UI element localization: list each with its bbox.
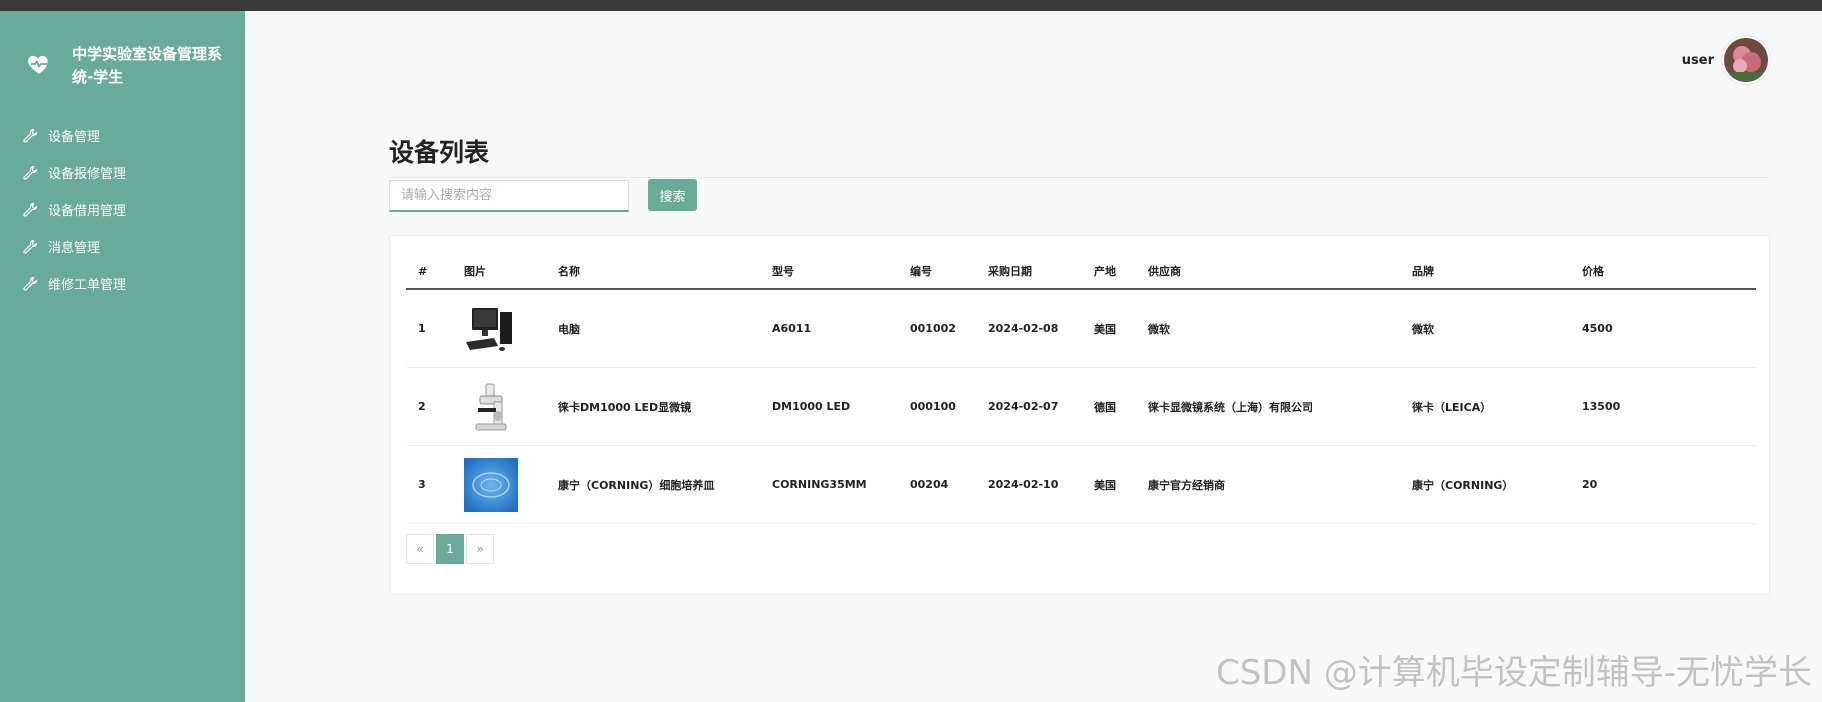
cell-code: 000100 [898, 367, 976, 446]
column-header-index: # [406, 254, 452, 290]
pagination: « 1 » [406, 534, 496, 564]
cell-date: 2024-02-07 [976, 367, 1082, 446]
sidebar-item-label: 设备管理 [48, 130, 101, 145]
cell-name: 电脑 [546, 289, 760, 368]
wrench-icon [23, 276, 38, 291]
sidebar-item-label: 消息管理 [48, 241, 101, 256]
cell-supplier: 徕卡显微镜系统（上海）有限公司 [1136, 367, 1400, 446]
title-divider [389, 177, 1769, 178]
pagination-prev-button[interactable]: « [406, 534, 434, 564]
table-row[interactable]: 1 电脑 A6011 001002 2024-02-08 美国 微软 微软 45… [406, 289, 1756, 368]
sidebar-item-borrow[interactable]: 设备借用管理 [22, 191, 237, 228]
avatar-image [1724, 38, 1768, 82]
cell-price: 4500 [1570, 289, 1756, 368]
sidebar-item-label: 设备借用管理 [48, 204, 127, 219]
cell-model: CORNING35MM [760, 445, 898, 524]
cell-model: A6011 [760, 289, 898, 368]
cell-name: 康宁（CORNING）细胞培养皿 [546, 445, 760, 524]
main-content: user 设备列表 搜索 # 图片 名称 型号 编号 采购日期 [245, 11, 1822, 702]
cell-origin: 德国 [1082, 367, 1136, 446]
cell-price: 13500 [1570, 367, 1756, 446]
cell-name: 徕卡DM1000 LED显微镜 [546, 367, 760, 446]
cell-price: 20 [1570, 445, 1756, 524]
column-header-brand: 品牌 [1400, 254, 1570, 290]
sidebar: 中学实验室设备管理系统-学生 设备管理 设备报修管理 设备借用管理 消息管理 维… [0, 11, 245, 702]
sidebar-item-repair-report[interactable]: 设备报修管理 [22, 154, 237, 191]
sidebar-item-messages[interactable]: 消息管理 [22, 228, 237, 265]
table-row[interactable]: 2 徕卡DM1000 LED显微镜 DM1000 LED 000100 2024… [406, 367, 1756, 446]
wrench-icon [23, 202, 38, 217]
watermark: CSDN @计算机毕设定制辅导-无忧学长 [1215, 653, 1812, 693]
cell-supplier: 康宁官方经销商 [1136, 445, 1400, 524]
table-header-row: # 图片 名称 型号 编号 采购日期 产地 供应商 品牌 价格 [406, 254, 1756, 290]
column-header-model: 型号 [760, 254, 898, 290]
equipment-table: # 图片 名称 型号 编号 采购日期 产地 供应商 品牌 价格 1 电脑 A60… [406, 254, 1756, 524]
user-menu[interactable]: user [1682, 36, 1770, 84]
app-title: 中学实验室设备管理系统-学生 [72, 45, 223, 86]
cell-supplier: 微软 [1136, 289, 1400, 368]
column-header-origin: 产地 [1082, 254, 1136, 290]
search-button[interactable]: 搜索 [648, 179, 697, 211]
cell-brand: 微软 [1400, 289, 1570, 368]
column-header-name: 名称 [546, 254, 760, 290]
cell-brand: 康宁（CORNING） [1400, 445, 1570, 524]
sidebar-item-label: 维修工单管理 [48, 278, 127, 293]
wrench-icon [23, 239, 38, 254]
cell-index: 2 [406, 367, 452, 446]
cell-model: DM1000 LED [760, 367, 898, 446]
column-header-date: 采购日期 [976, 254, 1082, 290]
sidebar-item-equipment[interactable]: 设备管理 [22, 117, 237, 154]
cell-brand: 徕卡（LEICA） [1400, 367, 1570, 446]
cell-date: 2024-02-08 [976, 289, 1082, 368]
search-input[interactable] [389, 180, 629, 212]
equipment-table-card: # 图片 名称 型号 编号 采购日期 产地 供应商 品牌 价格 1 电脑 A60… [389, 235, 1770, 595]
cell-origin: 美国 [1082, 289, 1136, 368]
sidebar-item-work-orders[interactable]: 维修工单管理 [22, 265, 237, 302]
cell-image [452, 289, 546, 368]
sidebar-item-label: 设备报修管理 [48, 167, 127, 182]
cell-code: 00204 [898, 445, 976, 524]
page-title: 设备列表 [389, 138, 490, 167]
cell-image [452, 367, 546, 446]
window-top-bar [0, 0, 1822, 11]
cell-index: 3 [406, 445, 452, 524]
brand: 中学实验室设备管理系统-学生 [26, 43, 236, 89]
wrench-icon [23, 165, 38, 180]
cell-date: 2024-02-10 [976, 445, 1082, 524]
microscope-image [464, 379, 518, 434]
pagination-page-button[interactable]: 1 [436, 534, 464, 564]
wrench-icon [23, 128, 38, 143]
pagination-next-button[interactable]: » [466, 534, 494, 564]
petri-dish-image [464, 457, 518, 512]
column-header-price: 价格 [1570, 254, 1756, 290]
column-header-image: 图片 [452, 254, 546, 290]
table-row[interactable]: 3 康宁（CORNING）细胞培养皿 CORNING35MM 00204 202… [406, 445, 1756, 524]
avatar[interactable] [1722, 36, 1770, 84]
sidebar-nav: 设备管理 设备报修管理 设备借用管理 消息管理 维修工单管理 [22, 117, 237, 302]
cell-index: 1 [406, 289, 452, 368]
cell-origin: 美国 [1082, 445, 1136, 524]
column-header-supplier: 供应商 [1136, 254, 1400, 290]
cell-code: 001002 [898, 289, 976, 368]
user-name: user [1681, 52, 1714, 68]
heart-pulse-icon [28, 55, 48, 74]
computer-image [464, 301, 518, 356]
column-header-code: 编号 [898, 254, 976, 290]
cell-image [452, 445, 546, 524]
